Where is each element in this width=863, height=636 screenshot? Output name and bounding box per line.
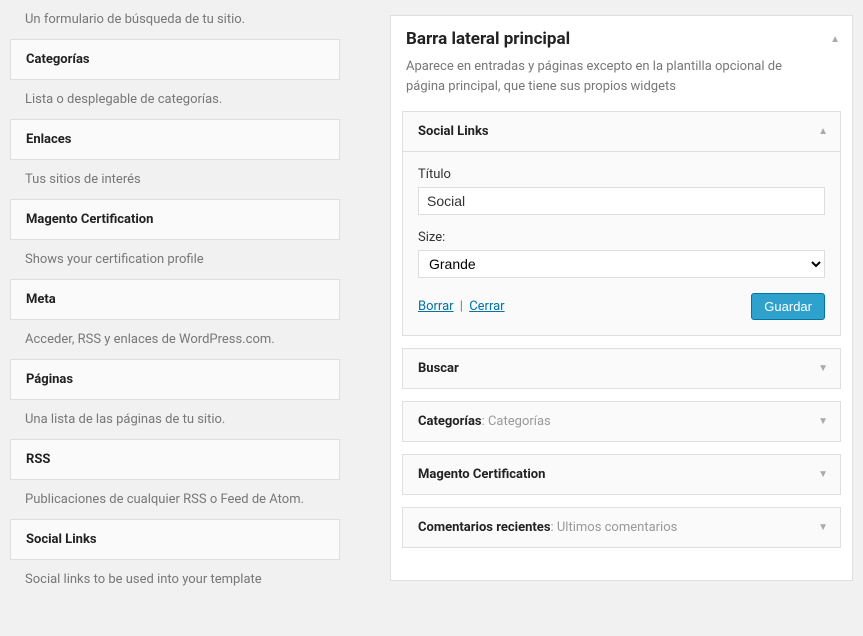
placed-widget-buscar: Buscar ▼ (402, 348, 841, 389)
delete-link[interactable]: Borrar (418, 299, 454, 314)
widget-name: Social Links (418, 124, 489, 139)
title-input[interactable] (418, 187, 825, 215)
sidebar-header[interactable]: Barra lateral principal Aparece en entra… (391, 16, 852, 111)
widget-name: Categorías (418, 414, 482, 429)
placed-widget-comentarios: Comentarios recientes: Ultimos comentari… (402, 507, 841, 548)
save-button[interactable]: Guardar (751, 293, 825, 320)
widget-name: Buscar (418, 361, 459, 376)
available-widget[interactable]: Categorías Lista o desplegable de catego… (10, 39, 340, 119)
available-widget[interactable]: Enlaces Tus sitios de interés (10, 119, 340, 199)
widget-title: Enlaces (10, 119, 340, 160)
placed-widget-social-links: Social Links ▲ Título Size: Grande Borra… (402, 111, 841, 336)
widget-description: Acceder, RSS y enlaces de WordPress.com. (10, 320, 340, 359)
sidebar-area: Barra lateral principal Aparece en entra… (390, 15, 853, 581)
chevron-down-icon[interactable]: ▼ (818, 416, 828, 427)
widget-description: Shows your certification profile (10, 240, 340, 279)
chevron-down-icon[interactable]: ▼ (818, 522, 828, 533)
chevron-up-icon[interactable]: ▲ (830, 34, 840, 45)
chevron-down-icon[interactable]: ▼ (818, 363, 828, 374)
available-widget[interactable]: Páginas Una lista de las páginas de tu s… (10, 359, 340, 439)
widget-name: Magento Certification (418, 467, 545, 482)
available-widget[interactable]: Meta Acceder, RSS y enlaces de WordPress… (10, 279, 340, 359)
widget-description: Un formulario de búsqueda de tu sitio. (10, 0, 340, 39)
widget-header[interactable]: Categorías: Categorías ▼ (403, 402, 840, 441)
widget-subtitle: Categorías (488, 414, 551, 429)
sidebar-title: Barra lateral principal (406, 29, 837, 49)
size-label: Size: (418, 230, 825, 245)
widget-title: RSS (10, 439, 340, 480)
widget-subtitle: Ultimos comentarios (557, 520, 677, 535)
widget-form: Título Size: Grande Borrar | Cerrar (403, 151, 840, 335)
widget-header[interactable]: Social Links ▲ (403, 112, 840, 151)
available-widget[interactable]: RSS Publicaciones de cualquier RSS o Fee… (10, 439, 340, 519)
placed-widget-categorias: Categorías: Categorías ▼ (402, 401, 841, 442)
chevron-up-icon[interactable]: ▲ (818, 126, 828, 137)
widget-description: Publicaciones de cualquier RSS o Feed de… (10, 480, 340, 519)
close-link[interactable]: Cerrar (469, 299, 504, 314)
widget-description: Social links to be used into your templa… (10, 560, 340, 599)
widget-header[interactable]: Comentarios recientes: Ultimos comentari… (403, 508, 840, 547)
available-widget[interactable]: Un formulario de búsqueda de tu sitio. (10, 0, 340, 39)
available-widgets-list: Un formulario de búsqueda de tu sitio. C… (10, 0, 340, 599)
widget-description: Lista o desplegable de categorías. (10, 80, 340, 119)
size-select[interactable]: Grande (418, 250, 825, 278)
widget-action-links: Borrar | Cerrar (418, 299, 505, 314)
widget-description: Tus sitios de interés (10, 160, 340, 199)
widget-header[interactable]: Magento Certification ▼ (403, 455, 840, 494)
available-widget[interactable]: Magento Certification Shows your certifi… (10, 199, 340, 279)
available-widget[interactable]: Social Links Social links to be used int… (10, 519, 340, 599)
chevron-down-icon[interactable]: ▼ (818, 469, 828, 480)
widget-name: Comentarios recientes (418, 520, 551, 535)
widget-title: Páginas (10, 359, 340, 400)
widget-title: Social Links (10, 519, 340, 560)
widget-header[interactable]: Buscar ▼ (403, 349, 840, 388)
widget-title: Categorías (10, 39, 340, 80)
sidebar-description: Aparece en entradas y páginas excepto en… (406, 57, 837, 106)
placed-widget-magento: Magento Certification ▼ (402, 454, 841, 495)
separator: | (460, 299, 463, 314)
widget-title: Magento Certification (10, 199, 340, 240)
widget-description: Una lista de las páginas de tu sitio. (10, 400, 340, 439)
title-label: Título (418, 167, 825, 182)
widget-title: Meta (10, 279, 340, 320)
